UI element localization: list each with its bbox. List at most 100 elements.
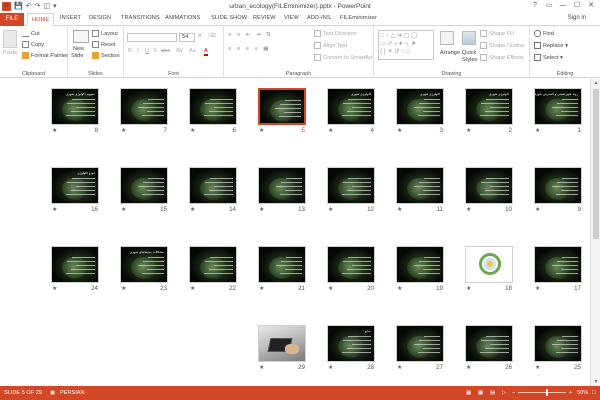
transition-star-icon[interactable]: ★	[190, 206, 195, 213]
slide-thumbnail[interactable]: اکولوژی شهری	[465, 88, 513, 125]
tab-insert[interactable]: INSERT	[60, 15, 81, 21]
slide-thumbnail[interactable]	[327, 246, 375, 283]
clear-format-icon[interactable]: ⌫	[208, 33, 216, 39]
font-color-button[interactable]: A	[204, 48, 208, 56]
cut-button[interactable]: Cut	[22, 30, 40, 37]
font-name-select[interactable]	[127, 33, 177, 42]
transition-star-icon[interactable]: ★	[535, 206, 540, 213]
zoom-out-button[interactable]: −	[512, 390, 515, 396]
select-button[interactable]: Select ▾	[534, 54, 563, 61]
transition-star-icon[interactable]: ★	[190, 127, 195, 134]
font-size-select[interactable]: 54	[179, 33, 195, 42]
slide-thumbnail[interactable]: منابع	[327, 325, 375, 362]
transition-star-icon[interactable]: ★	[466, 127, 471, 134]
slide-thumbnail[interactable]: اکولوژی شهری	[327, 88, 375, 125]
paste-icon[interactable]	[3, 30, 17, 48]
shape-effects-button[interactable]: Shape Effects	[480, 54, 524, 61]
transition-star-icon[interactable]: ★	[328, 127, 333, 134]
copy-button[interactable]: Copy	[22, 41, 44, 48]
slide-thumbnail[interactable]	[51, 246, 99, 283]
sign-in-link[interactable]: Sign in	[568, 15, 586, 21]
paste-button[interactable]: Paste	[3, 50, 17, 56]
ribbon-display-icon[interactable]: ▭	[542, 0, 556, 12]
transition-star-icon[interactable]: ★	[535, 285, 540, 292]
transition-star-icon[interactable]: ★	[397, 206, 402, 213]
transition-star-icon[interactable]: ★	[259, 285, 264, 292]
transition-star-icon[interactable]: ★	[190, 285, 195, 292]
scroll-down-icon[interactable]: ▼	[591, 379, 600, 385]
new-slide-button[interactable]: New	[73, 46, 84, 52]
slide-thumbnail[interactable]: روند شهرنشینی و گسترش شهرها در دنیا	[534, 88, 582, 125]
transition-star-icon[interactable]: ★	[259, 364, 264, 371]
change-case-button[interactable]: Aa	[189, 48, 196, 54]
transition-star-icon[interactable]: ★	[328, 206, 333, 213]
slide-thumbnail[interactable]	[189, 88, 237, 125]
transition-star-icon[interactable]: ★	[328, 285, 333, 292]
tab-transitions[interactable]: TRANSITIONS	[121, 15, 160, 21]
slide-sorter-view-icon[interactable]: ▦	[478, 390, 483, 396]
transition-star-icon[interactable]: ★	[535, 127, 540, 134]
zoom-slider[interactable]	[518, 392, 566, 393]
slide-thumbnail[interactable]	[258, 88, 306, 125]
tab-file[interactable]: FILE	[0, 13, 24, 26]
transition-star-icon[interactable]: ★	[259, 127, 264, 134]
quick-styles-icon[interactable]	[462, 31, 476, 45]
italic-button[interactable]: I	[137, 48, 139, 54]
transition-star-icon[interactable]: ★	[328, 364, 333, 371]
transition-star-icon[interactable]: ★	[121, 285, 126, 292]
language-indicator[interactable]: PERSIAN	[60, 390, 85, 396]
new-slide-button-line2[interactable]: Slide	[71, 53, 83, 59]
slide-show-view-icon[interactable]: ▷	[502, 390, 506, 396]
transition-star-icon[interactable]: ★	[466, 206, 471, 213]
slide-thumbnail[interactable]	[396, 167, 444, 204]
slide-thumbnail[interactable]	[396, 325, 444, 362]
tab-view[interactable]: VIEW	[284, 15, 299, 21]
slide-thumbnail[interactable]	[465, 167, 513, 204]
normal-view-icon[interactable]: ▦	[466, 390, 471, 396]
slide-thumbnail[interactable]: مفهوم اکولوژی شهری	[51, 88, 99, 125]
bold-button[interactable]: B	[128, 48, 132, 54]
slide-thumbnail[interactable]	[396, 246, 444, 283]
transition-star-icon[interactable]: ★	[466, 364, 471, 371]
slide-thumbnail[interactable]	[120, 88, 168, 125]
section-button[interactable]: Section	[92, 52, 120, 59]
layout-button[interactable]: Layout	[92, 30, 118, 37]
minimize-button[interactable]: —	[556, 0, 570, 12]
tab-slide-show[interactable]: SLIDE SHOW	[211, 15, 247, 21]
shape-outline-button[interactable]: Shape Outline	[480, 42, 524, 49]
tab-design[interactable]: DESIGN	[89, 15, 111, 21]
replace-button[interactable]: Replace ▾	[534, 42, 568, 49]
transition-star-icon[interactable]: ★	[397, 285, 402, 292]
transition-star-icon[interactable]: ★	[52, 206, 57, 213]
slide-thumbnail[interactable]	[534, 325, 582, 362]
transition-star-icon[interactable]: ★	[466, 285, 471, 292]
proofing-icon[interactable]: ▣	[50, 390, 55, 396]
quick-styles-button[interactable]: Quick	[462, 50, 476, 56]
transition-star-icon[interactable]: ★	[259, 206, 264, 213]
align-text-button[interactable]: Align Text	[314, 42, 347, 49]
tab-fileminimizer[interactable]: FILEminimizer	[340, 15, 377, 21]
help-icon[interactable]: ?	[528, 0, 542, 12]
slide-thumbnail[interactable]	[465, 246, 513, 283]
slide-thumbnail[interactable]	[465, 325, 513, 362]
slide-thumbnail[interactable]: مشکلات محیط‌های شهری	[120, 246, 168, 283]
zoom-level[interactable]: 50%	[577, 390, 588, 396]
slide-thumbnail[interactable]: اکولوژی شهری	[396, 88, 444, 125]
transition-star-icon[interactable]: ★	[121, 206, 126, 213]
list-buttons-icon[interactable]: ≡ ≡ ⇤ ⇥ ⇅	[228, 32, 273, 38]
slide-thumbnail[interactable]	[534, 246, 582, 283]
slide-thumbnail[interactable]	[189, 167, 237, 204]
zoom-slider-thumb[interactable]	[546, 389, 548, 396]
zoom-in-button[interactable]: +	[569, 390, 572, 396]
arrange-button[interactable]: Arrange	[440, 50, 460, 56]
reset-button[interactable]: Reset	[92, 41, 116, 48]
arrange-icon[interactable]	[440, 31, 454, 45]
convert-smartart-button[interactable]: Convert to SmartArt	[314, 54, 372, 61]
slide-thumbnail[interactable]	[258, 167, 306, 204]
tab-animations[interactable]: ANIMATIONS	[165, 15, 200, 21]
transition-star-icon[interactable]: ★	[121, 127, 126, 134]
reading-view-icon[interactable]: ▤	[490, 390, 495, 396]
scroll-up-icon[interactable]: ▲	[591, 80, 600, 86]
text-direction-button[interactable]: Text Direction	[314, 30, 357, 37]
slide-thumbnail[interactable]	[534, 167, 582, 204]
